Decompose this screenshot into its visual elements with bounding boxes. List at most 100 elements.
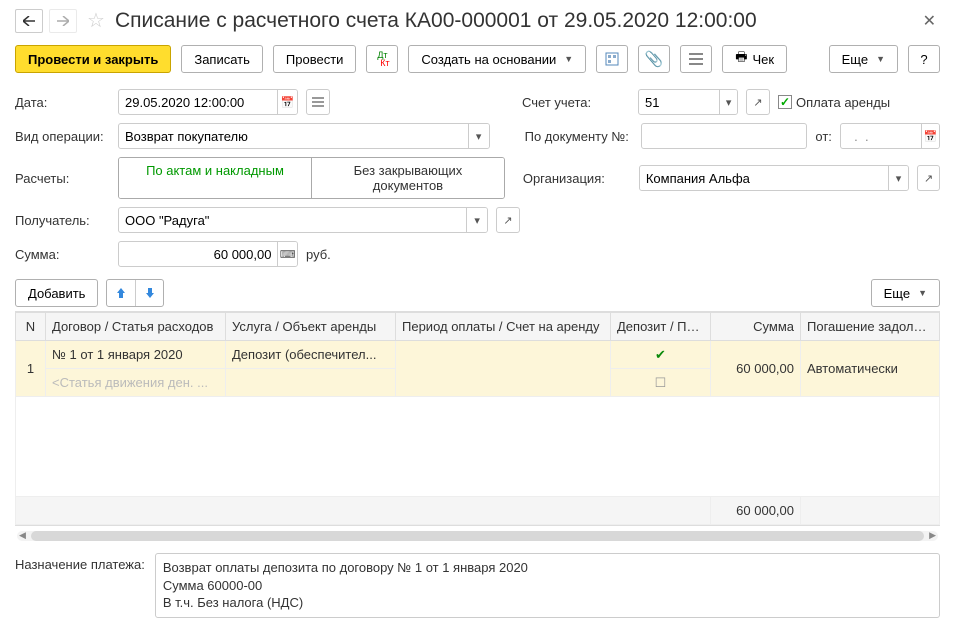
date-label: Дата: [15, 95, 110, 110]
more-button[interactable]: Еще ▼ [829, 45, 898, 73]
chevron-down-icon: ▼ [564, 54, 573, 64]
operation-field[interactable]: ▾ [118, 123, 490, 149]
cell-period[interactable] [396, 341, 611, 397]
settlements-label: Расчеты: [15, 171, 110, 186]
post-and-close-button[interactable]: Провести и закрыть [15, 45, 171, 73]
account-label: Счет учета: [522, 95, 630, 110]
dropdown-icon[interactable]: ▾ [888, 166, 908, 190]
operation-label: Вид операции: [15, 129, 110, 144]
table-more-button[interactable]: Еще ▼ [871, 279, 940, 307]
cell-repay[interactable]: Автоматически [801, 341, 940, 397]
scroll-left-icon[interactable]: ◀ [19, 530, 26, 541]
purpose-label: Назначение платежа: [15, 553, 145, 618]
col-service[interactable]: Услуга / Объект аренды [226, 313, 396, 341]
dropdown-icon[interactable]: ▾ [719, 90, 737, 114]
cell-service-bottom[interactable] [226, 369, 396, 397]
col-n[interactable]: N [16, 313, 46, 341]
doc-date-input[interactable] [841, 124, 921, 148]
cell-deposit-check[interactable]: ✔ [611, 341, 711, 369]
org-input[interactable] [640, 166, 888, 190]
recipient-label: Получатель: [15, 213, 110, 228]
doc-number-field[interactable] [641, 123, 808, 149]
report-icon [605, 52, 619, 66]
cell-sum[interactable]: 60 000,00 [711, 341, 801, 397]
chevron-down-icon: ▼ [918, 288, 927, 298]
checkbox-icon: ✓ [778, 95, 792, 109]
doc-number-label: По документу №: [525, 129, 633, 144]
doc-date-field[interactable]: 📅 [840, 123, 940, 149]
horizontal-scrollbar[interactable]: ◀ ▶ [17, 531, 938, 541]
details-table: N Договор / Статья расходов Услуга / Объ… [15, 312, 940, 525]
post-button[interactable]: Провести [273, 45, 357, 73]
cell-n[interactable]: 1 [16, 341, 46, 397]
recipient-input[interactable] [119, 208, 466, 232]
dropdown-icon[interactable]: ▾ [466, 208, 487, 232]
save-button[interactable]: Записать [181, 45, 263, 73]
cell-contract-bottom[interactable]: <Статья движения ден. ... [46, 369, 226, 397]
print-button[interactable] [596, 45, 628, 73]
account-input[interactable] [639, 90, 719, 114]
arrow-right-icon [57, 16, 69, 26]
nav-forward-button [49, 9, 77, 33]
table-row[interactable]: 1 № 1 от 1 января 2020 Депозит (обеспечи… [16, 341, 940, 369]
col-deposit[interactable]: Депозит / Пени [611, 313, 711, 341]
cell-service[interactable]: Депозит (обеспечител... [226, 341, 396, 369]
sum-label: Сумма: [15, 247, 110, 262]
account-field[interactable]: ▾ [638, 89, 738, 115]
move-up-button[interactable] [107, 280, 135, 306]
settlements-toggle[interactable]: По актам и накладным Без закрывающих док… [118, 157, 505, 199]
more-label: Еще [842, 52, 868, 67]
date-extra-button[interactable] [306, 89, 330, 115]
col-sum[interactable]: Сумма [711, 313, 801, 341]
attach-button[interactable]: 📎 [638, 45, 670, 73]
recipient-open-button[interactable]: ↗ [496, 207, 520, 233]
sum-input[interactable] [119, 242, 277, 266]
dt-kt-button[interactable]: Дт Кт [366, 45, 398, 73]
arrow-down-icon [144, 286, 156, 300]
favorite-star-icon[interactable]: ☆ [87, 8, 105, 33]
table-more-label: Еще [884, 286, 910, 301]
recipient-field[interactable]: ▾ [118, 207, 488, 233]
cell-contract-top[interactable]: № 1 от 1 января 2020 [46, 341, 226, 369]
date-input[interactable] [119, 90, 277, 114]
create-based-label: Создать на основании [421, 52, 556, 67]
cash-register-icon: 🖶 [735, 48, 747, 70]
org-open-button[interactable]: ↗ [917, 165, 940, 191]
rent-payment-checkbox[interactable]: ✓ Оплата аренды [778, 95, 890, 110]
scroll-right-icon[interactable]: ▶ [929, 530, 936, 541]
list-button[interactable] [680, 45, 712, 73]
chevron-down-icon: ▼ [876, 54, 885, 64]
help-button[interactable]: ? [908, 45, 940, 73]
col-contract[interactable]: Договор / Статья расходов [46, 313, 226, 341]
move-down-button[interactable] [135, 280, 163, 306]
dropdown-icon[interactable]: ▾ [468, 124, 489, 148]
operation-input[interactable] [119, 124, 468, 148]
purpose-field[interactable]: Возврат оплаты депозита по договору № 1 … [155, 553, 940, 618]
settlements-by-acts[interactable]: По актам и накладным [119, 158, 311, 198]
list-small-icon [312, 97, 324, 107]
create-based-on-button[interactable]: Создать на основании ▼ [408, 45, 586, 73]
calculator-icon[interactable]: ⌨ [277, 242, 297, 266]
add-row-button[interactable]: Добавить [15, 279, 98, 307]
org-field[interactable]: ▾ [639, 165, 909, 191]
doc-number-input[interactable] [642, 124, 807, 148]
sum-currency: руб. [306, 247, 331, 262]
account-open-button[interactable]: ↗ [746, 89, 770, 115]
table-totals: 60 000,00 [16, 497, 940, 525]
settlements-no-closing[interactable]: Без закрывающих документов [311, 158, 504, 198]
check-button[interactable]: 🖶 Чек [722, 45, 787, 73]
close-button[interactable]: ✕ [919, 11, 940, 31]
calendar-icon[interactable]: 📅 [921, 124, 939, 148]
scroll-thumb[interactable] [31, 531, 924, 541]
sum-field[interactable]: ⌨ [118, 241, 298, 267]
date-field[interactable]: 📅 [118, 89, 298, 115]
col-repay[interactable]: Погашение задолженно... [801, 313, 940, 341]
col-period[interactable]: Период оплаты / Счет на аренду [396, 313, 611, 341]
org-label: Организация: [523, 171, 631, 186]
cell-deposit-uncheck[interactable]: ☐ [611, 369, 711, 397]
check-label: Чек [753, 52, 775, 67]
calendar-icon[interactable]: 📅 [277, 90, 297, 114]
paperclip-icon: 📎 [645, 50, 664, 68]
nav-back-button[interactable] [15, 9, 43, 33]
arrow-up-icon [115, 286, 127, 300]
